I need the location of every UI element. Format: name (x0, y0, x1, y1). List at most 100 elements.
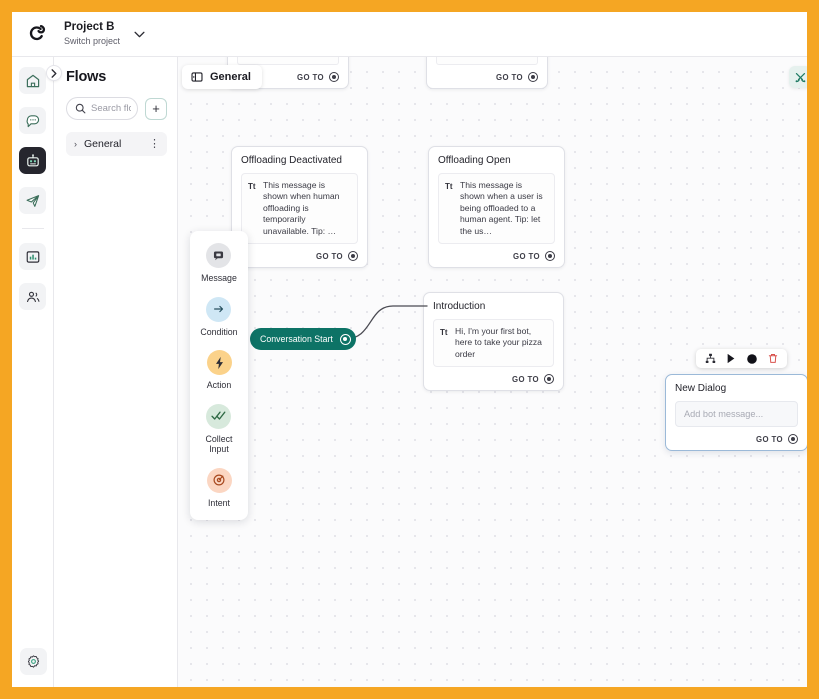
bar-chart-icon (25, 249, 41, 265)
search-input[interactable] (91, 103, 131, 114)
arrow-right-icon (206, 296, 232, 322)
project-switcher[interactable]: Project B Switch project (64, 21, 145, 47)
output-port[interactable] (545, 251, 555, 262)
node-title: Offloading Deactivated (241, 155, 342, 166)
palette-item-action[interactable]: Action (206, 350, 232, 391)
palette-item-label: Message (201, 273, 237, 283)
node-palette: Message Condition Action Collect Input I… (190, 231, 248, 520)
output-port[interactable] (788, 434, 798, 444)
node-toolbar (696, 349, 787, 368)
panel-icon (191, 71, 203, 83)
goto-label: GO TO (756, 434, 783, 444)
node-message-text: This message is shown when human offload… (263, 180, 340, 236)
node-message[interactable]: Tt Hi, I'm your first bot, here to take … (433, 319, 554, 368)
breadcrumb-label: General (210, 71, 251, 83)
main-body: Flows + › General ⋮ (12, 57, 807, 687)
play-icon[interactable] (725, 353, 737, 365)
node-footer: GO TO (436, 72, 538, 83)
sidebar-item-conversations[interactable] (19, 107, 46, 134)
kebab-menu-icon[interactable]: ⋮ (149, 139, 160, 150)
node-title: Offloading Open (438, 155, 511, 166)
text-format-icon: Tt (248, 182, 256, 191)
sidebar-item-bot-builder[interactable] (19, 147, 46, 174)
breadcrumb[interactable]: General (182, 65, 262, 89)
left-nav-rail (12, 57, 54, 687)
node-introduction[interactable]: Introduction Tt Hi, I'm your first bot, … (423, 292, 564, 392)
paper-plane-icon (25, 193, 41, 209)
flow-list-item-general[interactable]: › General ⋮ (66, 132, 167, 156)
goto-label: GO TO (512, 374, 539, 384)
rail-divider (21, 228, 44, 229)
goto-label: GO TO (513, 251, 540, 261)
tools-icon (794, 71, 807, 84)
flow-name: General (84, 138, 122, 150)
node-message[interactable]: Tt This message is shown when human offl… (241, 173, 358, 245)
output-port[interactable] (339, 333, 351, 345)
add-flow-button[interactable]: + (145, 97, 167, 120)
project-subtitle: Switch project (64, 36, 121, 46)
palette-item-condition[interactable]: Condition (200, 296, 238, 338)
conversation-start-node[interactable]: Conversation Start (250, 328, 356, 350)
people-icon (25, 289, 41, 305)
project-name: Project B (64, 21, 115, 33)
tools-button[interactable] (789, 66, 807, 88)
gear-icon (26, 654, 41, 669)
sidebar-item-analytics[interactable] (19, 243, 46, 270)
flows-search-row: + (66, 97, 167, 120)
output-port[interactable] (528, 72, 538, 82)
node-message-text: This message is shown when a user is bei… (460, 180, 543, 236)
palette-item-intent[interactable]: Intent (206, 467, 232, 509)
panel-collapse-toggle[interactable] (46, 65, 62, 81)
chevron-right-icon (51, 68, 57, 78)
goto-label: GO TO (316, 251, 343, 261)
node-new-dialog[interactable]: New Dialog Add bot message... GO TO (665, 374, 807, 451)
trash-icon[interactable] (767, 353, 779, 365)
palette-item-collect-input[interactable]: Collect Input (205, 403, 233, 455)
sidebar-item-home[interactable] (19, 67, 46, 94)
node-title: New Dialog (675, 383, 727, 394)
goto-label: GO TO (297, 72, 324, 82)
node-footer: GO TO (675, 434, 798, 445)
double-check-icon (206, 403, 232, 429)
node-footer: GO TO (241, 251, 358, 262)
palette-item-label: Intent (207, 497, 230, 508)
home-icon (25, 73, 41, 89)
palette-item-message[interactable]: Message (201, 243, 237, 284)
output-port[interactable] (329, 72, 339, 82)
node-title: Introduction (433, 301, 486, 312)
node-footer: GO TO (438, 251, 555, 262)
circle-filled-icon[interactable] (746, 353, 758, 365)
node-message[interactable]: Tt This message is shown when a user is … (438, 173, 555, 245)
flow-canvas[interactable]: General GO TO GO TO Offloading Deactivat… (178, 57, 807, 687)
chevron-down-icon (134, 31, 145, 38)
app-window: Project B Switch project Flows Search fl… (12, 12, 807, 687)
output-port[interactable] (348, 251, 358, 262)
app-logo[interactable] (16, 12, 58, 57)
search-input-wrapper[interactable] (66, 97, 138, 120)
lightning-bolt-icon (206, 350, 232, 375)
search-icon (75, 103, 86, 114)
text-format-icon: Tt (445, 182, 453, 191)
palette-item-label: Condition (200, 326, 238, 337)
target-icon (206, 467, 232, 493)
node-message-clipped (237, 57, 339, 65)
chevron-right-icon[interactable]: › (74, 139, 84, 149)
node-footer: GO TO (433, 374, 554, 385)
node-offloading-open[interactable]: Offloading Open Tt This message is shown… (428, 146, 565, 269)
sidebar-item-settings[interactable] (19, 648, 47, 675)
node-message-text: Hi, I'm your first bot, here to take you… (455, 326, 542, 359)
table-row[interactable]: GO TO (426, 57, 548, 89)
bot-message-input[interactable]: Add bot message... (675, 401, 798, 427)
robot-icon (25, 153, 41, 169)
palette-item-label: Collect Input (205, 433, 233, 455)
sitemap-icon[interactable] (704, 353, 716, 365)
output-port[interactable] (544, 374, 554, 385)
flows-panel: Flows + › General ⋮ (46, 57, 178, 687)
node-offloading-deactivated[interactable]: Offloading Deactivated Tt This message i… (231, 146, 368, 269)
sidebar-item-broadcast[interactable] (19, 187, 46, 214)
message-square-icon (206, 243, 232, 268)
conversation-start-label: Conversation Start (260, 334, 333, 344)
sidebar-item-contacts[interactable] (19, 283, 46, 310)
loop-logo-icon (29, 24, 45, 40)
chat-bubble-icon (25, 113, 41, 129)
